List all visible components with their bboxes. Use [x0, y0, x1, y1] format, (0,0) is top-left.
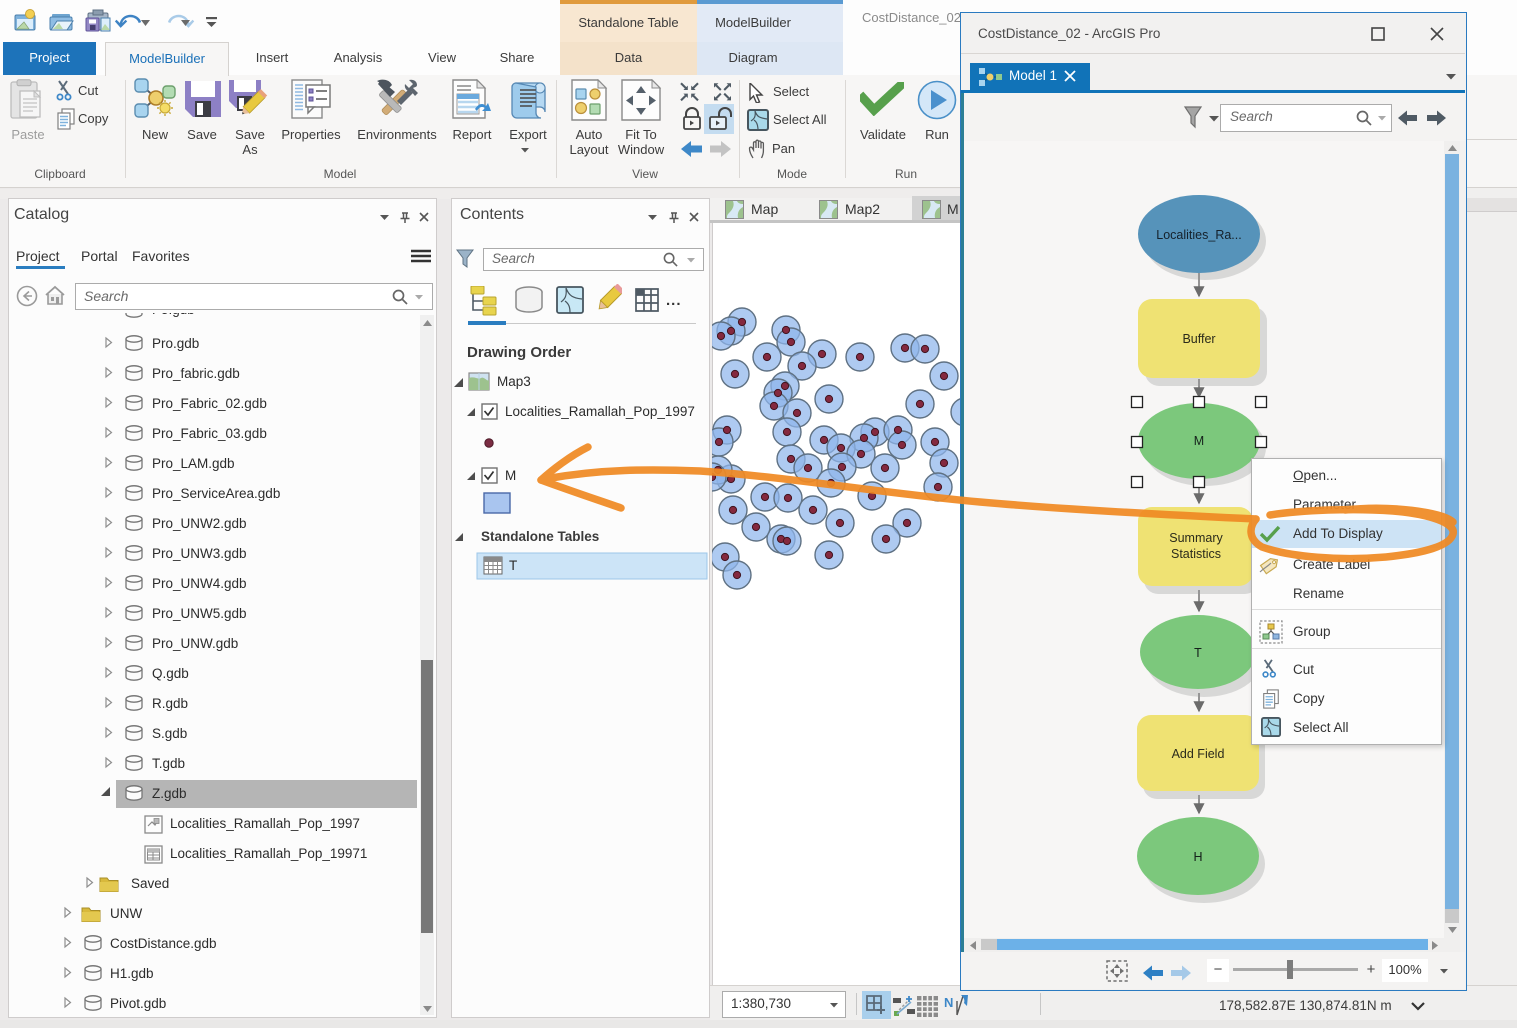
- svg-text:S.gdb: S.gdb: [152, 726, 187, 741]
- svg-text:Pro_UNW3.gdb: Pro_UNW3.gdb: [152, 546, 247, 561]
- svg-text:Pro_ServiceArea.gdb: Pro_ServiceArea.gdb: [152, 486, 280, 501]
- svg-text:T: T: [1194, 646, 1202, 660]
- svg-text:Z.gdb: Z.gdb: [152, 786, 187, 801]
- svg-text:Localities_Ramallah_Pop_19971: Localities_Ramallah_Pop_19971: [170, 846, 367, 861]
- svg-text:UNW: UNW: [110, 906, 142, 921]
- svg-text:Summary: Summary: [1169, 531, 1223, 545]
- svg-text:H1.gdb: H1.gdb: [110, 966, 154, 981]
- svg-text:Pro_UNW5.gdb: Pro_UNW5.gdb: [152, 606, 247, 621]
- svg-text:Pro_UNW.gdb: Pro_UNW.gdb: [152, 636, 238, 651]
- svg-text:Pro_UNW4.gdb: Pro_UNW4.gdb: [152, 576, 247, 591]
- svg-text:T: T: [509, 558, 517, 573]
- svg-text:M: M: [1194, 434, 1204, 448]
- svg-text:Standalone Tables: Standalone Tables: [481, 529, 599, 544]
- svg-text:Localities_Ra...: Localities_Ra...: [1156, 228, 1241, 242]
- svg-text:R.gdb: R.gdb: [152, 696, 188, 711]
- svg-text:Map3: Map3: [497, 374, 531, 389]
- svg-text:Localities_Ramallah_Pop_1997: Localities_Ramallah_Pop_1997: [505, 404, 695, 419]
- svg-text:Q.gdb: Q.gdb: [152, 666, 189, 681]
- svg-text:H: H: [1193, 850, 1202, 864]
- svg-text:N: N: [944, 995, 953, 1010]
- svg-text:Pro_Fabric_03.gdb: Pro_Fabric_03.gdb: [152, 426, 267, 441]
- svg-text:Pro_UNW2.gdb: Pro_UNW2.gdb: [152, 516, 247, 531]
- svg-text:Buffer: Buffer: [1182, 332, 1215, 346]
- svg-text:Pro_Fabric_02.gdb: Pro_Fabric_02.gdb: [152, 396, 267, 411]
- svg-text:Pro.gdb: Pro.gdb: [152, 336, 199, 351]
- svg-text:Saved: Saved: [131, 876, 169, 891]
- svg-text:CostDistance.gdb: CostDistance.gdb: [110, 936, 217, 951]
- svg-text:Pro_fabric.gdb: Pro_fabric.gdb: [152, 366, 240, 381]
- svg-text:P5.gdb: P5.gdb: [152, 313, 195, 317]
- svg-text:Statistics: Statistics: [1171, 547, 1221, 561]
- svg-text:Add Field: Add Field: [1172, 747, 1225, 761]
- svg-text:Localities_Ramallah_Pop_1997: Localities_Ramallah_Pop_1997: [170, 816, 360, 831]
- svg-text:M: M: [505, 468, 516, 483]
- svg-text:Pro_LAM.gdb: Pro_LAM.gdb: [152, 456, 235, 471]
- svg-text:Pivot.gdb: Pivot.gdb: [110, 996, 166, 1011]
- svg-text:T.gdb: T.gdb: [152, 756, 185, 771]
